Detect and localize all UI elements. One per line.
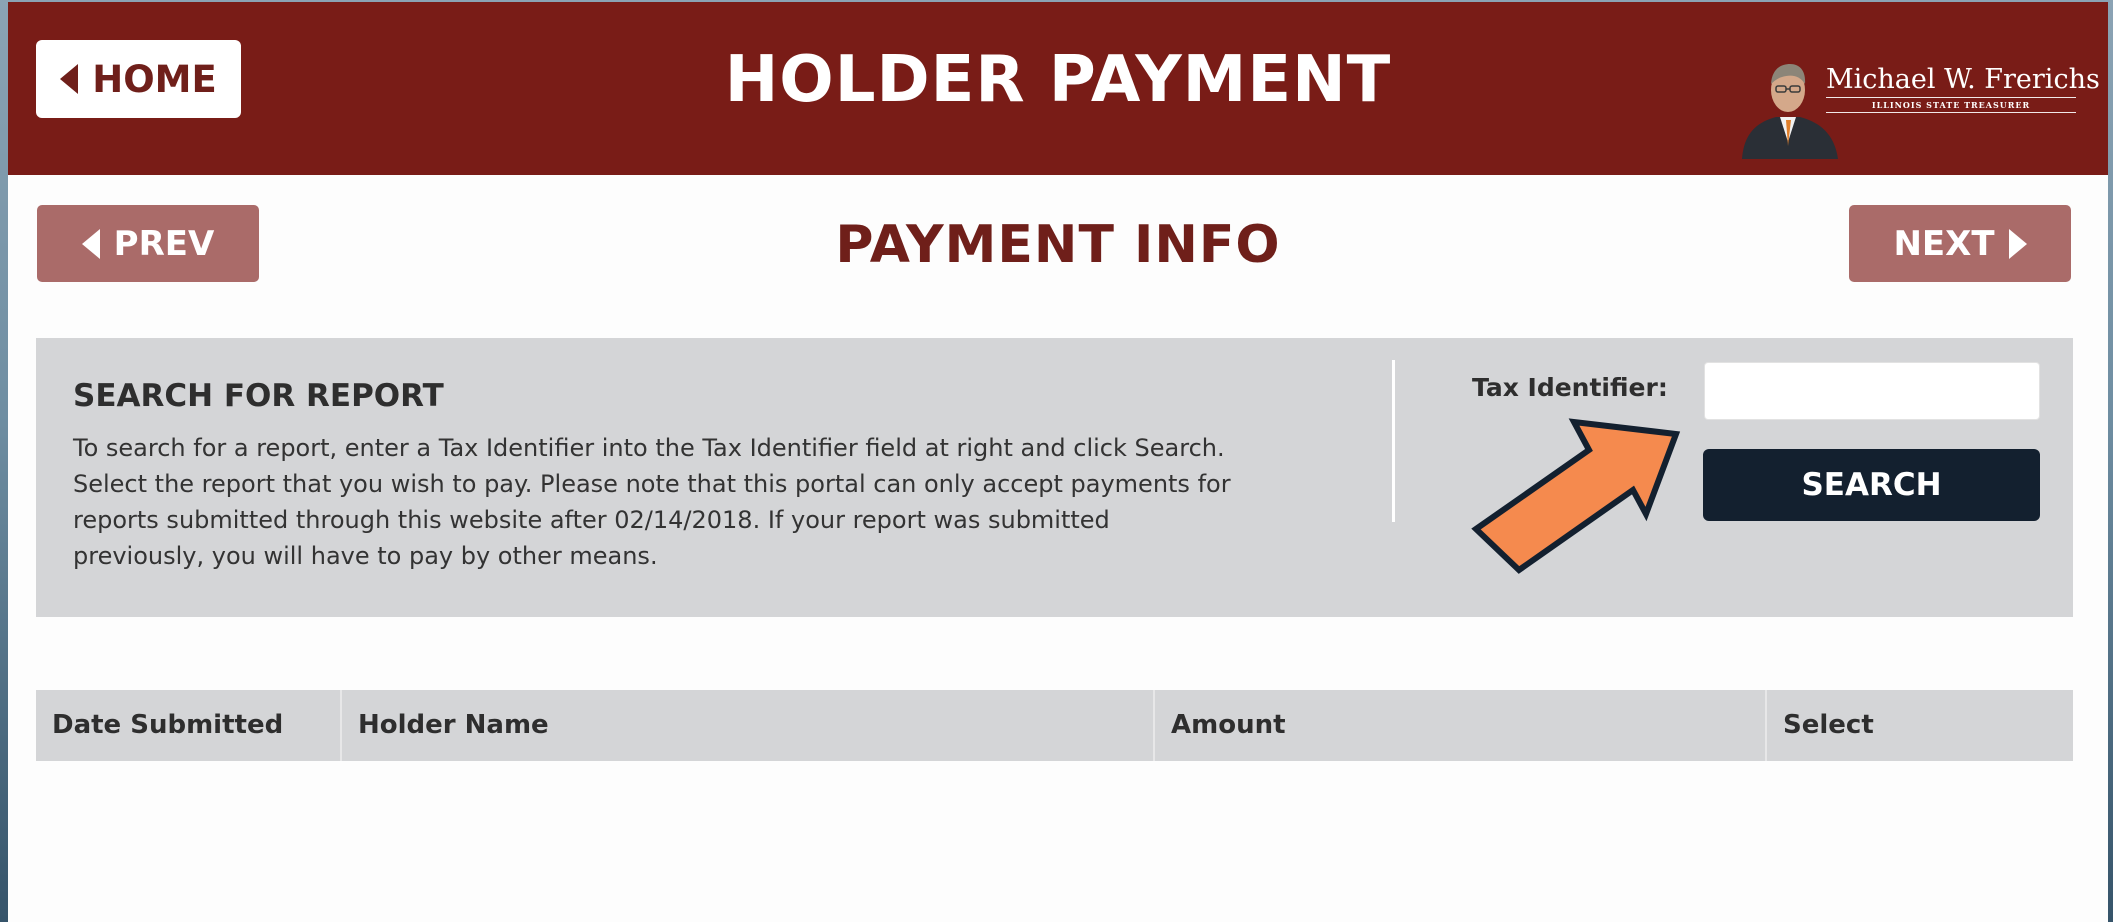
column-header-date: Date Submitted [52, 710, 284, 740]
treasurer-office: ILLINOIS STATE TREASURER [1871, 100, 2031, 110]
logo-rule [1826, 97, 2076, 98]
treasurer-logo: Michael W. Frerichs ILLINOIS STATE TREAS… [1826, 64, 2100, 115]
page-title: PAYMENT INFO [835, 215, 1281, 275]
column-header-amount: Amount [1171, 710, 1286, 740]
search-panel: SEARCH FOR REPORT To search for a report… [36, 338, 2073, 617]
panel-divider [1392, 360, 1395, 522]
column-header-select: Select [1783, 710, 1874, 740]
column-divider [1153, 690, 1155, 761]
app-window: HOME HOLDER PAYMENT Michael W. Frerichs … [8, 2, 2108, 922]
search-heading: SEARCH FOR REPORT [73, 378, 444, 414]
search-description: To search for a report, enter a Tax Iden… [73, 434, 1231, 570]
caret-right-icon [2008, 228, 2027, 259]
column-divider [1765, 690, 1767, 761]
header-bar: HOME HOLDER PAYMENT Michael W. Frerichs … [8, 2, 2108, 175]
logo-rule [1826, 112, 2076, 113]
tax-identifier-input[interactable] [1704, 362, 2040, 420]
next-button[interactable]: NEXT [1849, 205, 2071, 282]
search-button[interactable]: SEARCH [1703, 449, 2040, 521]
column-header-holder-name: Holder Name [358, 710, 549, 740]
treasurer-name: Michael W. Frerichs [1826, 64, 2100, 95]
table-header: Date Submitted Holder Name Amount Select [36, 690, 2073, 761]
arrow-annotation-icon [1471, 418, 1681, 574]
tax-identifier-label: Tax Identifier: [1472, 373, 1668, 402]
next-button-label: NEXT [1893, 223, 1995, 264]
column-divider [340, 690, 342, 761]
